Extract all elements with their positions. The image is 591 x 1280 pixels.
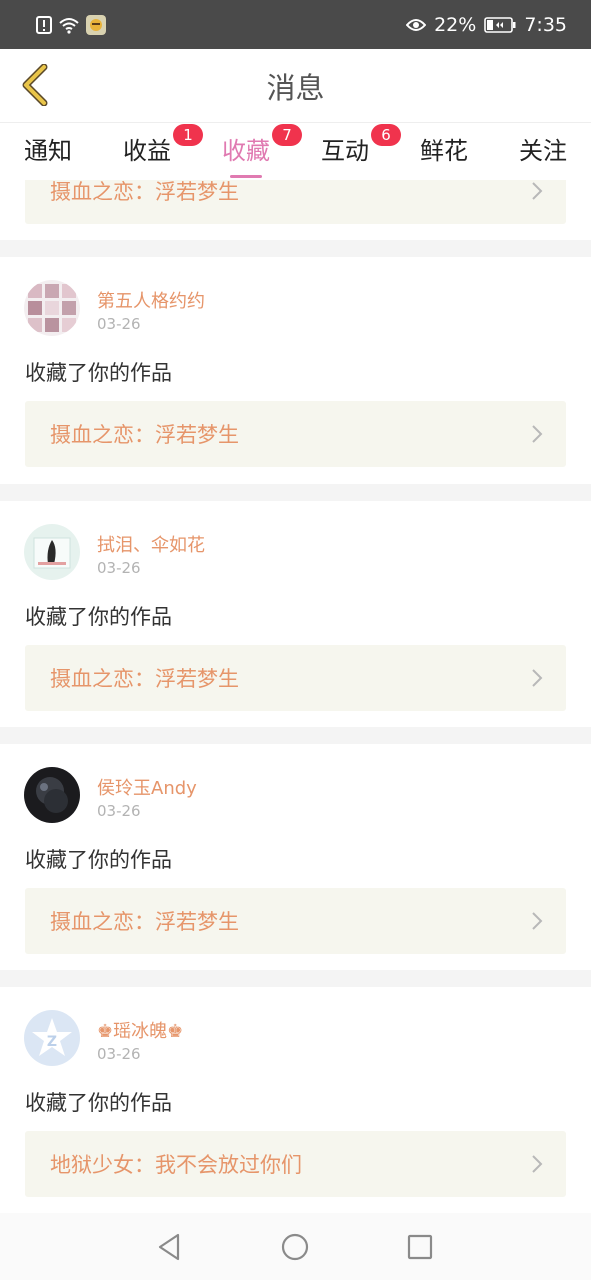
work-link[interactable]: 摄血之恋：浮若梦生 <box>25 180 566 224</box>
chevron-right-icon <box>532 669 543 687</box>
username[interactable]: ♚瑶冰魄♚ <box>97 1017 183 1043</box>
avatar[interactable] <box>24 524 80 580</box>
action-text: 收藏了你的作品 <box>25 361 172 385</box>
message-list[interactable]: 摄血之恋：浮若梦生 第五人格约约 03-26 收藏了你的作品 摄血之恋：浮若梦生 <box>0 180 591 1213</box>
action-text: 收藏了你的作品 <box>25 848 172 872</box>
alert-icon <box>36 15 52 34</box>
timestamp: 03-26 <box>97 802 141 820</box>
list-item: 第五人格约约 03-26 收藏了你的作品 摄血之恋：浮若梦生 <box>0 257 591 484</box>
chevron-right-icon <box>532 1155 543 1173</box>
square-recents-icon <box>407 1234 433 1260</box>
action-text: 收藏了你的作品 <box>25 1091 172 1115</box>
avatar[interactable]: Z <box>24 1010 80 1066</box>
username[interactable]: 拭泪、伞如花 <box>97 531 205 557</box>
work-title: 地狱少女：我不会放过你们 <box>50 1153 302 1177</box>
work-title: 摄血之恋：浮若梦生 <box>50 667 239 691</box>
unread-badge: 6 <box>371 124 401 146</box>
nav-recents-button[interactable] <box>403 1230 437 1264</box>
list-item: 侯玲玉Andy 03-26 收藏了你的作品 摄血之恋：浮若梦生 <box>0 744 591 970</box>
tab-following[interactable]: 关注 <box>519 131 567 175</box>
back-button[interactable] <box>12 61 58 109</box>
work-link[interactable]: 摄血之恋：浮若梦生 <box>25 401 566 467</box>
tab-label: 收藏 <box>222 137 270 165</box>
wifi-icon <box>58 16 80 34</box>
unread-badge: 1 <box>173 124 203 146</box>
list-item: Z ♚瑶冰魄♚ 03-26 收藏了你的作品 地狱少女：我不会放过你们 <box>0 987 591 1213</box>
top-app-bar: 消息 <box>0 49 591 122</box>
timestamp: 03-26 <box>97 315 141 333</box>
clock: 7:35 <box>524 13 567 36</box>
nav-back-button[interactable] <box>152 1230 186 1264</box>
eye-icon <box>406 18 427 32</box>
chevron-right-icon <box>532 182 543 200</box>
tab-earnings[interactable]: 收益 1 <box>123 124 203 175</box>
status-bar: 22% 7:35 <box>0 0 591 49</box>
battery-icon <box>484 16 516 33</box>
circle-home-icon <box>281 1233 309 1261</box>
tab-notifications[interactable]: 通知 <box>24 131 72 175</box>
tab-label: 鲜花 <box>420 137 468 165</box>
chevron-left-icon <box>22 64 48 106</box>
timestamp: 03-26 <box>97 559 141 577</box>
battery-percent: 22% <box>434 13 477 36</box>
triangle-back-icon <box>158 1233 180 1261</box>
work-title: 摄血之恋：浮若梦生 <box>50 180 239 204</box>
tab-label: 互动 <box>321 137 369 165</box>
tab-label: 收益 <box>123 137 171 165</box>
timestamp: 03-26 <box>97 1045 141 1063</box>
work-link[interactable]: 摄血之恋：浮若梦生 <box>25 645 566 711</box>
list-item: 摄血之恋：浮若梦生 <box>0 180 591 240</box>
svg-text:Z: Z <box>47 1034 57 1050</box>
nav-home-button[interactable] <box>278 1230 312 1264</box>
tab-label: 通知 <box>24 137 72 165</box>
page-title: 消息 <box>266 70 325 105</box>
work-title: 摄血之恋：浮若梦生 <box>50 910 239 934</box>
app-notification-icon <box>86 14 106 35</box>
work-link[interactable]: 地狱少女：我不会放过你们 <box>25 1131 566 1197</box>
active-tab-indicator <box>230 175 262 178</box>
work-title: 摄血之恋：浮若梦生 <box>50 423 239 447</box>
tab-favorites[interactable]: 收藏 7 <box>222 124 302 178</box>
action-text: 收藏了你的作品 <box>25 605 172 629</box>
tab-interactions[interactable]: 互动 6 <box>321 124 401 175</box>
chevron-right-icon <box>532 425 543 443</box>
tab-flowers[interactable]: 鲜花 <box>420 131 468 175</box>
list-item: 拭泪、伞如花 03-26 收藏了你的作品 摄血之恋：浮若梦生 <box>0 501 591 727</box>
work-link[interactable]: 摄血之恋：浮若梦生 <box>25 888 566 954</box>
chevron-right-icon <box>532 912 543 930</box>
avatar[interactable] <box>24 767 80 823</box>
unread-badge: 7 <box>272 124 302 146</box>
username[interactable]: 第五人格约约 <box>97 287 205 313</box>
tab-label: 关注 <box>519 137 567 165</box>
avatar[interactable] <box>24 280 80 336</box>
tab-bar: 通知 收益 1 收藏 7 互动 6 鲜花 关注 <box>0 122 591 180</box>
system-navigation-bar <box>0 1213 591 1280</box>
username[interactable]: 侯玲玉Andy <box>97 774 197 800</box>
